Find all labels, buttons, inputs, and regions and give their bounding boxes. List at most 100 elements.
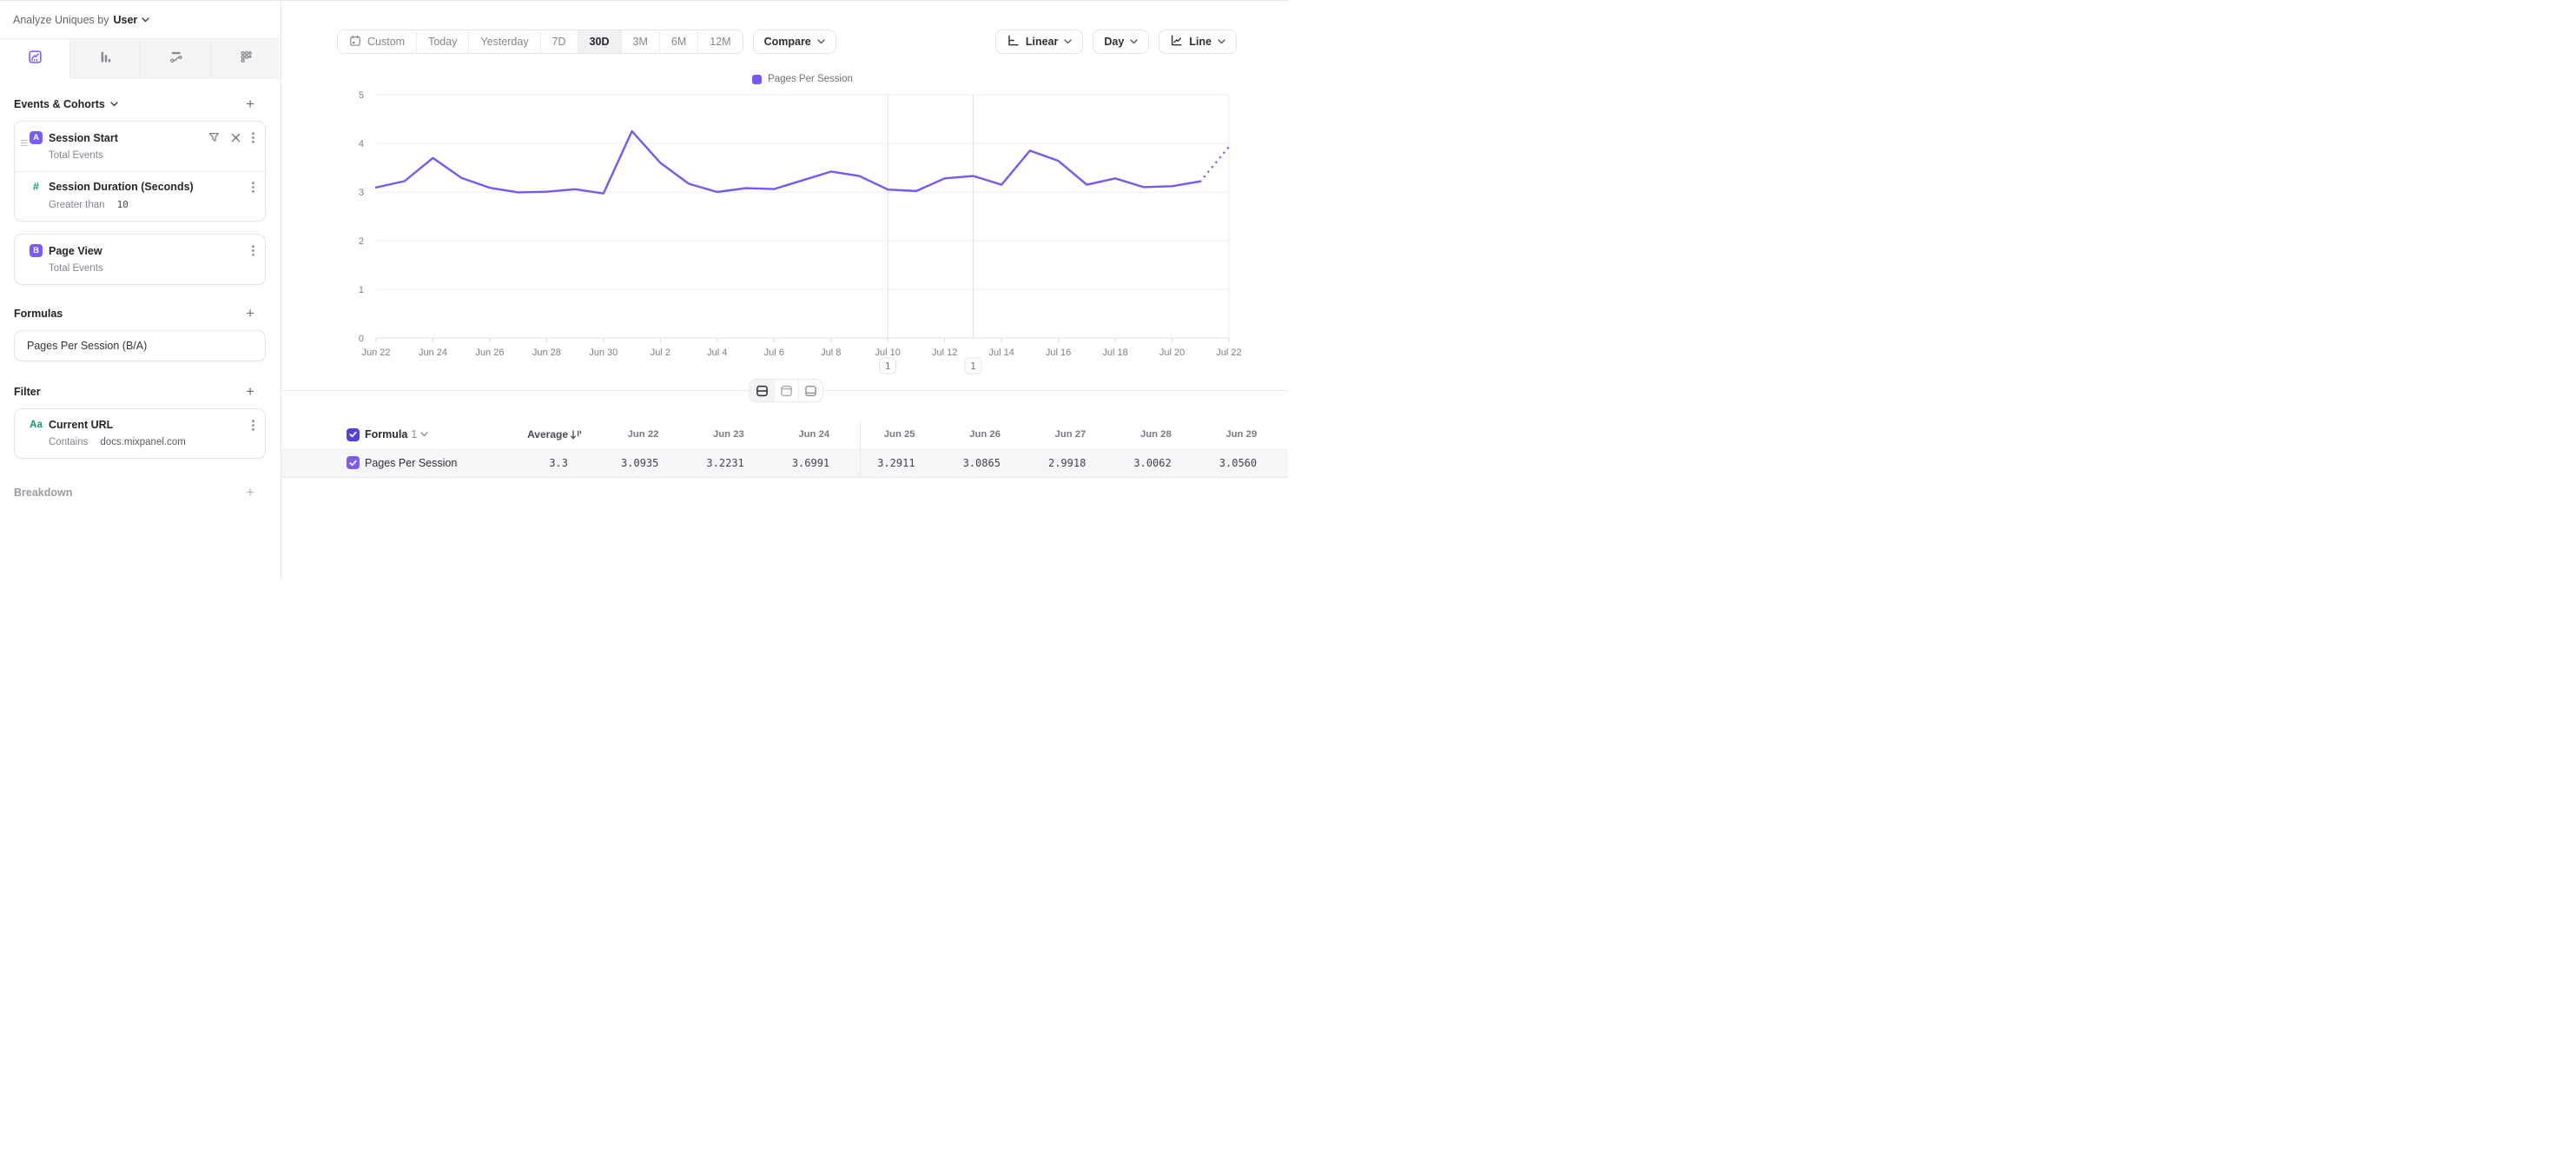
value-cell: 2.9918 (1011, 457, 1096, 469)
svg-text:1: 1 (359, 285, 364, 295)
svg-text:Jul 22: Jul 22 (1216, 348, 1241, 358)
average-column-header[interactable]: Average (527, 428, 568, 440)
row-checkbox[interactable] (347, 456, 360, 469)
numeric-property-icon: # (30, 181, 43, 193)
add-formula-button[interactable]: + (246, 308, 254, 320)
flows-icon (168, 50, 183, 69)
event-card-session-start[interactable]: A Session Start T (14, 121, 266, 222)
value-cell: 3.2231 (669, 457, 754, 469)
formula-card[interactable]: Pages Per Session (B/A) (14, 330, 266, 361)
table-column-divider (860, 421, 861, 478)
svg-text:0: 0 (359, 334, 364, 344)
chevron-down-icon[interactable] (110, 102, 118, 107)
kebab-menu-icon[interactable] (252, 245, 254, 256)
filter-property-title[interactable]: Current URL (49, 419, 113, 431)
event-card-page-view[interactable]: B Page View Total Events (14, 234, 266, 285)
svg-text:Jul 12: Jul 12 (932, 348, 957, 358)
date-column-header[interactable]: Jun 28 (1096, 429, 1181, 440)
date-column-header[interactable]: Jun 23 (669, 429, 754, 440)
filter-value[interactable]: docs.mixpanel.com (100, 437, 185, 447)
date-column-header[interactable]: Jun 24 (755, 429, 840, 440)
insights-chart-icon (28, 50, 43, 69)
date-column-header[interactable]: Jun 29 (1182, 429, 1267, 440)
filter-funnel-icon[interactable] (208, 132, 220, 143)
query-builder-sidebar: Analyze Uniques by User (0, 1, 281, 580)
svg-text:3: 3 (359, 188, 364, 198)
event-title[interactable]: Page View (49, 245, 102, 257)
value-cell: 3.0560 (1182, 457, 1267, 469)
tab-flows[interactable] (140, 39, 210, 79)
insights-report-page: Analyze Uniques by User (0, 0, 1288, 580)
breakdown-section-header: Breakdown + (14, 487, 266, 499)
events-cohorts-section-header: Events & Cohorts + (14, 98, 266, 110)
property-condition[interactable]: Greater than10 (49, 199, 265, 210)
svg-text:Jul 20: Jul 20 (1159, 348, 1185, 358)
svg-text:Jul 2: Jul 2 (651, 348, 670, 358)
svg-text:Jun 28: Jun 28 (532, 348, 561, 358)
retention-dots-icon (239, 50, 254, 69)
kebab-menu-icon[interactable] (252, 132, 254, 143)
analyze-uniques-value[interactable]: User (113, 14, 137, 26)
funnels-bars-icon (98, 50, 113, 69)
kebab-menu-icon[interactable] (252, 420, 254, 431)
event-letter-badge: A (30, 131, 43, 144)
event-letter-badge: B (30, 244, 43, 257)
chevron-down-icon[interactable] (142, 17, 149, 23)
value-cell: 3.6991 (755, 457, 840, 469)
analyze-uniques-bar: Analyze Uniques by User (0, 1, 281, 39)
tab-insights[interactable] (0, 39, 69, 79)
date-column-header[interactable]: Jun 22 (584, 429, 669, 440)
sort-descending-icon[interactable] (568, 429, 584, 440)
chart-only-toggle[interactable] (774, 380, 798, 401)
property-title[interactable]: Session Duration (Seconds) (49, 181, 194, 193)
svg-text:Jun 22: Jun 22 (361, 348, 390, 358)
svg-text:Jun 30: Jun 30 (589, 348, 618, 358)
kebab-menu-icon[interactable] (252, 182, 254, 193)
value-cell: 3.2911 (840, 457, 925, 469)
date-column-header[interactable]: Jun 26 (926, 429, 1011, 440)
table-only-toggle[interactable] (798, 380, 822, 401)
value-cell: 3.0865 (926, 457, 1011, 469)
condition-value[interactable]: 10 (117, 199, 129, 210)
svg-text:Jun 26: Jun 26 (475, 348, 504, 358)
chart-only-icon (780, 385, 793, 397)
formulas-title: Formulas (14, 308, 63, 320)
value-cell: 3.0062 (1096, 457, 1181, 469)
add-filter-button[interactable]: + (246, 386, 254, 398)
sidebar-body: Events & Cohorts + A Session Start (0, 98, 281, 499)
filter-card-current-url[interactable]: Aa Current URL Containsdocs.mixpanel.com (14, 408, 266, 459)
report-type-tabs (0, 39, 281, 79)
svg-text:Jul 6: Jul 6 (764, 348, 784, 358)
table-header-row: Formula1 Average Jun 22 Jun 23 Jun 24 Ju… (281, 421, 1288, 448)
formulas-section-header: Formulas + (14, 308, 266, 320)
svg-text:2: 2 (359, 236, 364, 247)
remove-event-icon[interactable] (231, 133, 241, 142)
drag-handle-icon[interactable] (20, 136, 28, 151)
svg-text:Jul 18: Jul 18 (1102, 348, 1127, 358)
formula-name: Pages Per Session (B/A) (15, 331, 265, 361)
table-only-icon (804, 385, 817, 397)
average-value-cell: 3.3 (549, 457, 568, 469)
svg-text:4: 4 (359, 139, 364, 149)
svg-text:Jun 24: Jun 24 (419, 348, 447, 358)
add-breakdown-button[interactable]: + (246, 487, 254, 499)
split-view-icon (756, 385, 769, 397)
date-column-header[interactable]: Jun 25 (840, 429, 925, 440)
events-cohorts-title: Events & Cohorts (14, 98, 105, 110)
table-row[interactable]: Pages Per Session 3.3 3.0935 3.2231 3.69… (281, 448, 1288, 478)
formula-column-header[interactable]: Formula1 (365, 428, 428, 440)
select-all-checkbox[interactable] (347, 428, 360, 441)
svg-text:Jul 8: Jul 8 (821, 348, 841, 358)
line-chart-canvas[interactable]: 012345Jun 22Jun 24Jun 26Jun 28Jun 30Jul … (281, 1, 1288, 401)
add-event-button[interactable]: + (246, 98, 254, 110)
date-column-header[interactable]: Jun 27 (1011, 429, 1096, 440)
tab-retention[interactable] (210, 39, 281, 79)
split-view-toggle[interactable] (750, 380, 774, 401)
filter-condition[interactable]: Containsdocs.mixpanel.com (49, 437, 265, 447)
event-measurement[interactable]: Total Events (49, 150, 265, 161)
tab-funnels[interactable] (69, 39, 140, 79)
event-measurement[interactable]: Total Events (49, 263, 265, 274)
filter-section-header: Filter + (14, 386, 266, 398)
event-title[interactable]: Session Start (49, 132, 118, 144)
svg-text:Jul 4: Jul 4 (707, 348, 727, 358)
